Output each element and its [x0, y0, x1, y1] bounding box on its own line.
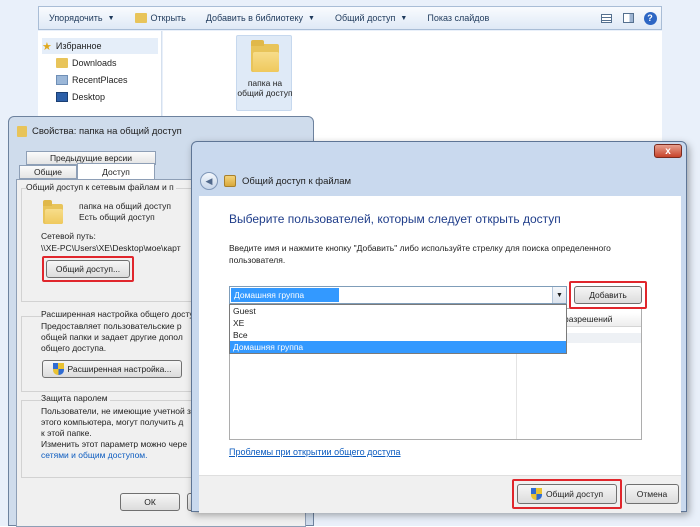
password-text-1: Пользователи, не имеющие учетной з: [41, 406, 191, 416]
nav-recentplaces-label: RecentPlaces: [72, 75, 128, 85]
add-to-library-menu[interactable]: Добавить в библиотеку ▼: [196, 7, 325, 29]
dropdown-option[interactable]: XE: [230, 317, 566, 329]
shared-folder-label: папка на общий доступ: [237, 78, 293, 98]
share-menu-label: Общий доступ: [334, 13, 396, 23]
preview-pane-icon: [622, 13, 634, 23]
password-change-text: Изменить этот параметр можно чере: [41, 439, 188, 449]
view-options-button[interactable]: [595, 8, 617, 28]
help-icon: ?: [643, 11, 657, 25]
grid-column-permissions: разрешений: [564, 314, 613, 324]
dropdown-option[interactable]: Все: [230, 329, 566, 341]
user-dropdown-list: Guest XE Все Домашняя группа: [229, 304, 567, 354]
combobox-selected-value: Домашняя группа: [231, 288, 339, 302]
open-button[interactable]: Открыть: [125, 7, 196, 29]
close-button[interactable]: x: [654, 144, 682, 158]
nav-downloads-label: Downloads: [72, 58, 117, 68]
organize-label: Упорядочить: [49, 13, 103, 23]
dropdown-option-selected[interactable]: Домашняя группа: [230, 341, 566, 353]
advanced-sharing-button-label: Расширенная настройка...: [67, 364, 172, 374]
downloads-folder-icon: [56, 58, 68, 68]
shared-folder-name: папка на общий доступ: [79, 201, 171, 211]
close-icon: x: [665, 145, 671, 157]
explorer-toolbar: Упорядочить ▼ Открыть Добавить в библиот…: [38, 6, 662, 30]
folder-icon: [17, 125, 27, 137]
tab-general[interactable]: Общие: [19, 165, 77, 179]
nav-item-desktop[interactable]: Desktop: [56, 89, 105, 105]
help-button[interactable]: ?: [639, 8, 661, 28]
open-label: Открыть: [150, 13, 186, 23]
star-icon: ★: [42, 40, 52, 53]
dropdown-option[interactable]: Guest: [230, 305, 566, 317]
advanced-sharing-text-3: общего доступа.: [41, 343, 107, 353]
tab-previous-versions-label: Предыдущие версии: [49, 153, 133, 163]
chevron-down-icon: ▼: [107, 14, 115, 22]
wizard-titlebar: ◀ Общий доступ к файлам: [200, 170, 351, 192]
network-path-label: Сетевой путь:: [41, 231, 96, 241]
advanced-sharing-group-title: Расширенная настройка общего досту: [41, 309, 196, 319]
share-button-highlight: [42, 256, 134, 282]
file-sharing-wizard: x ◀ Общий доступ к файлам Выберите польз…: [191, 141, 687, 513]
view-icon: [600, 13, 612, 23]
back-button[interactable]: ◀: [200, 172, 218, 190]
chevron-down-icon: ▼: [308, 14, 315, 22]
cancel-button-label: Отмена: [636, 489, 668, 499]
wizard-heading: Выберите пользователей, которым следует …: [229, 212, 561, 226]
user-combobox[interactable]: Домашняя группа ▼: [229, 286, 567, 304]
open-folder-icon: [134, 13, 147, 23]
tab-general-label: Общие: [34, 167, 62, 177]
advanced-sharing-text-1: Предоставляет пользовательские р: [41, 321, 182, 331]
properties-title: Свойства: папка на общий доступ: [32, 125, 182, 137]
slideshow-button[interactable]: Показ слайдов: [417, 7, 499, 29]
nav-favorites-label: Избранное: [55, 41, 102, 51]
nav-desktop-label: Desktop: [72, 92, 106, 102]
nav-item-recentplaces[interactable]: RecentPlaces: [56, 72, 128, 88]
add-to-library-label: Добавить в библиотеку: [205, 13, 304, 23]
chevron-down-icon: ▼: [400, 14, 408, 22]
tab-sharing-label: Доступ: [102, 166, 130, 177]
tab-sharing[interactable]: Доступ: [77, 163, 155, 179]
shared-folder-status: Есть общий доступ: [79, 212, 155, 222]
folder-icon: [251, 40, 279, 72]
recent-places-icon: [56, 75, 68, 85]
desktop-icon: [56, 92, 68, 102]
nav-item-favorites[interactable]: ★ Избранное: [42, 38, 158, 54]
wizard-footer: Общий доступ Отмена: [199, 475, 681, 513]
network-path-value: \\XE-PC\Users\XE\Desktop\мое\карт: [41, 243, 181, 253]
nav-item-downloads[interactable]: Downloads: [56, 55, 117, 71]
cancel-button[interactable]: Отмена: [625, 484, 679, 504]
password-text-3: к этой папке.: [41, 428, 92, 438]
organize-menu[interactable]: Упорядочить ▼: [39, 7, 125, 29]
ok-button[interactable]: ОК: [120, 493, 180, 511]
password-protection-group-title: Защита паролем: [41, 393, 110, 403]
shared-folder-item[interactable]: папка на общий доступ: [236, 35, 293, 111]
share-menu[interactable]: Общий доступ ▼: [325, 7, 417, 29]
add-button-highlight: [569, 281, 647, 309]
folder-icon: [43, 200, 63, 224]
wizard-title: Общий доступ к файлам: [242, 175, 352, 187]
network-center-link[interactable]: сетями и общим доступом.: [41, 450, 148, 461]
sharing-problems-link[interactable]: Проблемы при открытии общего доступа: [229, 447, 401, 457]
ok-button-label: ОК: [144, 497, 156, 507]
advanced-sharing-button[interactable]: Расширенная настройка...: [42, 360, 182, 378]
wizard-instructions-1: Введите имя и нажмите кнопку "Добавить" …: [229, 243, 611, 253]
password-text-2: этого компьютера, могут получить д: [41, 417, 184, 427]
wizard-instructions-2: пользователя.: [229, 255, 286, 265]
properties-titlebar: Свойства: папка на общий доступ: [17, 123, 182, 139]
advanced-sharing-text-2: общей папки и задает другие допол: [41, 332, 183, 342]
share-confirm-highlight: [512, 479, 622, 509]
chevron-down-icon[interactable]: ▼: [552, 287, 566, 303]
uac-shield-icon: [52, 363, 64, 375]
slideshow-label: Показ слайдов: [427, 13, 490, 23]
preview-pane-button[interactable]: [617, 8, 639, 28]
wizard-content: Выберите пользователей, которым следует …: [199, 196, 681, 513]
share-people-icon: [224, 175, 236, 187]
arrow-left-icon: ◀: [205, 175, 213, 186]
network-sharing-group-title: Общий доступ к сетевым файлам и п: [26, 182, 176, 192]
